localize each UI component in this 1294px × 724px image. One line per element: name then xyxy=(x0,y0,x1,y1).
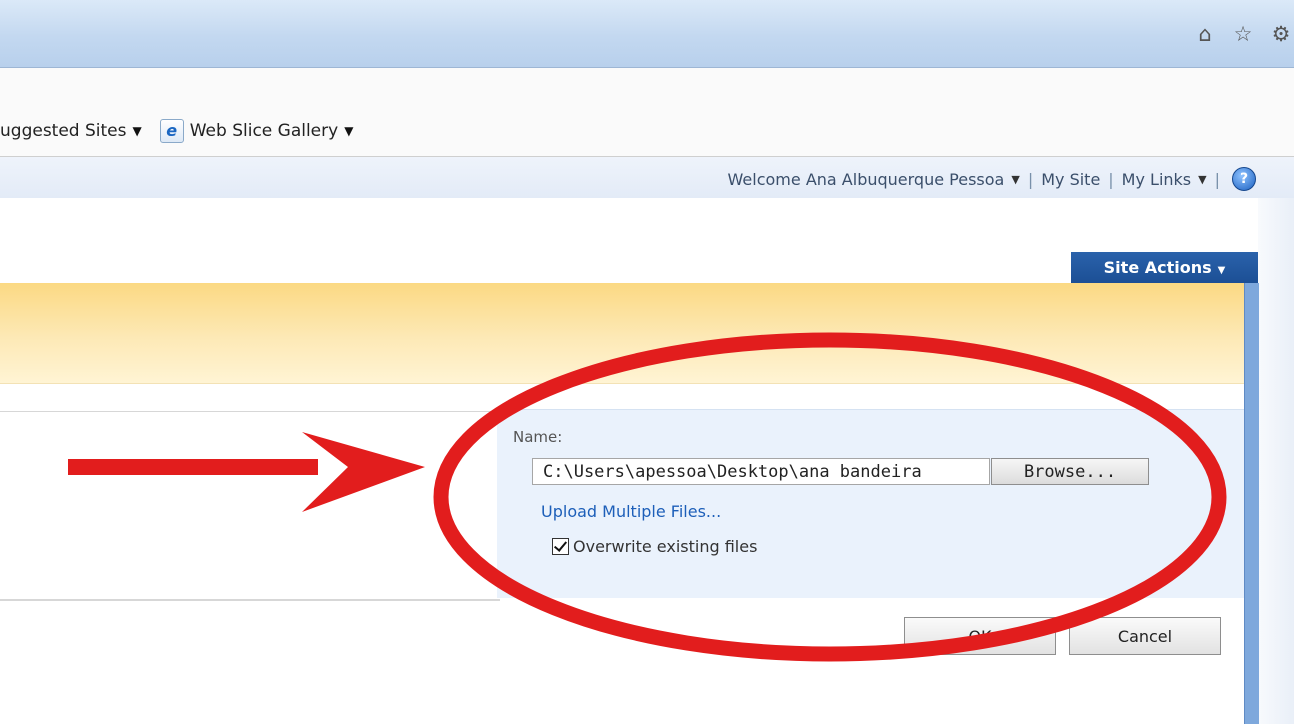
browser-chrome-icons: ⌂ ☆ ⚙ xyxy=(1192,22,1294,46)
site-actions-label: Site Actions xyxy=(1103,258,1212,277)
home-icon[interactable]: ⌂ xyxy=(1192,22,1218,46)
right-rail xyxy=(1258,198,1294,724)
divider xyxy=(0,411,500,412)
site-actions-button[interactable]: Site Actions ▼ xyxy=(1071,252,1258,283)
ie-icon: e xyxy=(159,119,184,143)
chevron-down-icon[interactable]: ▼ xyxy=(1011,173,1019,186)
cancel-button[interactable]: Cancel xyxy=(1069,617,1221,655)
star-icon[interactable]: ☆ xyxy=(1230,22,1256,46)
page-title-banner xyxy=(0,283,1244,384)
favorites-items: uggested Sites ▼ e Web Slice Gallery ▼ xyxy=(0,119,359,143)
divider xyxy=(0,599,500,601)
welcome-user-menu[interactable]: Welcome Ana Albuquerque Pessoa xyxy=(728,170,1005,189)
annotation-arrow-head xyxy=(302,432,425,512)
upload-multiple-files-link[interactable]: Upload Multiple Files... xyxy=(541,502,721,521)
my-links-menu[interactable]: My Links xyxy=(1122,170,1191,189)
favorite-suggested-sites[interactable]: uggested Sites xyxy=(0,121,127,141)
help-icon[interactable]: ? xyxy=(1232,167,1256,191)
welcome-menu: Welcome Ana Albuquerque Pessoa ▼ | My Si… xyxy=(728,167,1256,191)
name-label: Name: xyxy=(513,428,563,446)
browser-title-bar: ⌂ ☆ ⚙ xyxy=(0,0,1294,68)
favorite-web-slice-gallery[interactable]: Web Slice Gallery xyxy=(190,121,338,141)
favorites-bar xyxy=(0,68,1294,157)
scrollbar[interactable] xyxy=(1244,283,1259,724)
chevron-down-icon: ▼ xyxy=(1217,265,1226,276)
browse-button[interactable]: Browse... xyxy=(991,458,1149,485)
separator: | xyxy=(1214,169,1220,189)
annotation-arrow-shaft xyxy=(68,459,318,475)
overwrite-label: Overwrite existing files xyxy=(573,537,758,556)
chevron-down-icon[interactable]: ▼ xyxy=(133,124,142,138)
overwrite-option: Overwrite existing files xyxy=(552,537,757,556)
chevron-down-icon[interactable]: ▼ xyxy=(344,124,353,138)
gear-icon[interactable]: ⚙ xyxy=(1268,22,1294,46)
separator: | xyxy=(1027,169,1034,189)
my-site-link[interactable]: My Site xyxy=(1041,170,1100,189)
separator: | xyxy=(1108,169,1114,189)
file-path-input[interactable]: C:\Users\apessoa\Desktop\ana bandeira xyxy=(532,458,990,485)
overwrite-checkbox[interactable] xyxy=(552,538,569,555)
ok-button[interactable]: OK xyxy=(904,617,1056,655)
chevron-down-icon[interactable]: ▼ xyxy=(1198,173,1206,186)
